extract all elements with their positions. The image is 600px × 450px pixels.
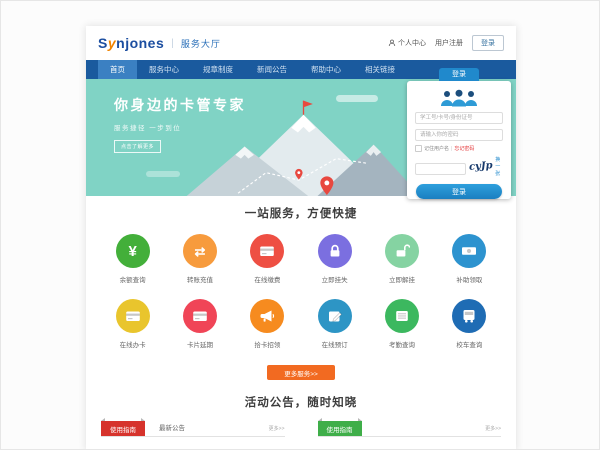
card-icon xyxy=(116,299,150,333)
services-grid: ¥ 余额查询 ⇄ 转账充值在线缴费立即挂失立即解挂补助领取在线办卡卡片延期拾卡招领在线… xyxy=(99,234,503,349)
banknote-icon xyxy=(452,234,486,268)
webpage: Synjones | 服务大厅 个人中心 用户注册 登录 首页服务中心规章制度新… xyxy=(86,26,516,450)
forgot-password-link[interactable]: 忘记密码 xyxy=(454,145,474,152)
service-label: 卡片延期 xyxy=(166,339,233,349)
service-item-10[interactable]: 考勤查询 xyxy=(368,299,435,349)
yen-icon: ¥ xyxy=(116,234,150,268)
nav-item-5[interactable]: 相关链接 xyxy=(353,60,407,79)
header-login-button[interactable]: 登录 xyxy=(472,35,504,51)
captcha-image[interactable]: cyJp xyxy=(468,160,492,173)
guide-tab-left[interactable]: 使用指南 xyxy=(101,421,145,436)
card-icon xyxy=(183,299,217,333)
transfer-icon: ⇄ xyxy=(183,234,217,268)
hero-title: 你身边的卡管专家 xyxy=(114,95,246,115)
login-submit-button[interactable]: 登录 xyxy=(416,184,502,199)
services-section: 一站服务，方便快捷 ¥ 余额查询 ⇄ 转账充值在线缴费立即挂失立即解挂补助领取在线办卡… xyxy=(86,196,516,380)
personal-center-label: 个人中心 xyxy=(398,38,426,48)
service-item-8[interactable]: 拾卡招领 xyxy=(234,299,301,349)
service-item-5[interactable]: 补助领取 xyxy=(436,234,503,284)
screenshot-canvas: Synjones | 服务大厅 个人中心 用户注册 登录 首页服务中心规章制度新… xyxy=(0,0,600,450)
service-item-11[interactable]: 校车查询 xyxy=(436,299,503,349)
user-icon xyxy=(388,39,396,47)
register-label: 用户注册 xyxy=(435,38,463,48)
left-panel: 使用指南 最新公告 更多>> xyxy=(101,419,285,437)
logo-text-suffix: njones xyxy=(116,35,164,51)
service-label: 在线缴费 xyxy=(234,274,301,284)
nav-item-3[interactable]: 新闻公告 xyxy=(245,60,299,79)
divider: | xyxy=(451,146,452,152)
service-label: 考勤查询 xyxy=(368,339,435,349)
captcha-refresh-link[interactable]: 换一张 xyxy=(495,156,503,177)
hero-copy: 你身边的卡管专家 服务捷径 一步到位 点击了解更多 xyxy=(114,95,246,153)
service-item-9[interactable]: 在线预订 xyxy=(301,299,368,349)
service-item-0[interactable]: ¥ 余额查询 xyxy=(99,234,166,284)
nav-item-0[interactable]: 首页 xyxy=(98,60,137,79)
logo-divider: | xyxy=(171,38,174,49)
password-input[interactable] xyxy=(415,129,503,141)
right-panel: 使用指南 更多>> xyxy=(318,419,502,437)
header-links: 个人中心 用户注册 登录 xyxy=(388,35,504,51)
username-input[interactable] xyxy=(415,112,503,124)
unlock-icon xyxy=(385,234,419,268)
logo-accent: y xyxy=(108,35,116,51)
nav-item-1[interactable]: 服务中心 xyxy=(137,60,191,79)
service-label: 转账充值 xyxy=(166,274,233,284)
bus-icon xyxy=(452,299,486,333)
service-label: 校车查询 xyxy=(436,339,503,349)
more-services-button[interactable]: 更多服务>> xyxy=(267,365,335,380)
cloud-shape xyxy=(146,171,180,177)
edit-icon xyxy=(318,299,352,333)
nav-item-4[interactable]: 帮助中心 xyxy=(299,60,353,79)
service-item-7[interactable]: 卡片延期 xyxy=(166,299,233,349)
service-label: 余额查询 xyxy=(99,274,166,284)
guide-tab-right[interactable]: 使用指南 xyxy=(318,421,362,436)
register-link[interactable]: 用户注册 xyxy=(435,38,463,48)
lock-icon xyxy=(318,234,352,268)
logo: Synjones xyxy=(98,35,164,51)
announcements-section: 活动公告，随时知晓 使用指南 最新公告 更多>> 使用指南 更多>> xyxy=(86,394,516,437)
list-icon xyxy=(385,299,419,333)
megaphone-icon xyxy=(250,299,284,333)
hero-cta-button[interactable]: 点击了解更多 xyxy=(114,140,161,153)
service-label: 在线预订 xyxy=(301,339,368,349)
left-more-link[interactable]: 更多>> xyxy=(269,425,285,432)
service-item-4[interactable]: 立即解挂 xyxy=(368,234,435,284)
site-title: 服务大厅 xyxy=(181,37,221,50)
login-panel: 登录 记住用户名 | 忘记密码 cyJp 换一张 登录 xyxy=(407,81,511,199)
personal-center-link[interactable]: 个人中心 xyxy=(388,38,426,48)
logo-text: S xyxy=(98,35,108,51)
users-icon xyxy=(415,89,503,107)
service-label: 补助领取 xyxy=(436,274,503,284)
service-item-1[interactable]: ⇄ 转账充值 xyxy=(166,234,233,284)
service-item-2[interactable]: 在线缴费 xyxy=(234,234,301,284)
latest-news-tab[interactable]: 最新公告 xyxy=(159,422,185,432)
services-title: 一站服务，方便快捷 xyxy=(86,205,516,221)
announcements-title: 活动公告，随时知晓 xyxy=(86,394,516,410)
captcha-row: cyJp 换一张 xyxy=(415,156,503,177)
service-item-3[interactable]: 立即挂失 xyxy=(301,234,368,284)
service-label: 在线办卡 xyxy=(99,339,166,349)
remember-checkbox[interactable] xyxy=(415,145,422,152)
hero-subtitle: 服务捷径 一步到位 xyxy=(114,122,246,132)
service-label: 立即解挂 xyxy=(368,274,435,284)
remember-label: 记住用户名 xyxy=(424,145,449,152)
announcement-panels: 使用指南 最新公告 更多>> 使用指南 更多>> xyxy=(86,419,516,437)
service-label: 立即挂失 xyxy=(301,274,368,284)
service-item-6[interactable]: 在线办卡 xyxy=(99,299,166,349)
right-more-link[interactable]: 更多>> xyxy=(485,425,501,432)
service-label: 拾卡招领 xyxy=(234,339,301,349)
site-header: Synjones | 服务大厅 个人中心 用户注册 登录 xyxy=(86,26,516,60)
card-icon xyxy=(250,234,284,268)
remember-row: 记住用户名 | 忘记密码 xyxy=(415,145,503,152)
nav-item-2[interactable]: 规章制度 xyxy=(191,60,245,79)
login-tab[interactable]: 登录 xyxy=(439,68,479,81)
captcha-input[interactable] xyxy=(415,163,466,175)
